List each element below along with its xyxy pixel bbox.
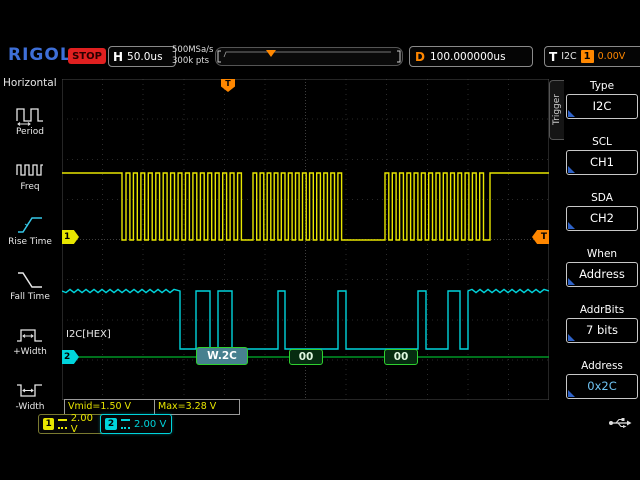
menu-item-value[interactable]: 7 bits: [566, 318, 638, 343]
positive-width-icon: [15, 322, 45, 346]
menu-corner-indicator: [568, 110, 575, 117]
decode-frame-data: 00: [384, 349, 418, 365]
measure-menu-title: Horizontal: [3, 77, 57, 89]
menu-corner-indicator: [568, 390, 575, 397]
fall-edge-icon: [15, 267, 45, 291]
sample-rate: 500MSa/s: [172, 45, 213, 56]
trigger-status-display[interactable]: T I2C 1 0.00V: [544, 46, 640, 67]
run-state-badge[interactable]: STOP: [68, 48, 106, 64]
menu-item-label: AddrBits: [566, 303, 638, 318]
oscilloscope-screen: RIGOL STOP H 50.0us 500MSa/s 300k pts D …: [0, 0, 640, 480]
menu-item-label: SCL: [566, 135, 638, 150]
trigger-label: T: [549, 50, 557, 64]
menu-item-label: When: [566, 247, 638, 262]
menu-corner-indicator: [568, 166, 575, 173]
menu-corner-indicator: [568, 278, 575, 285]
measure-menu: Period Freq Rise Time Fall Time: [0, 92, 60, 422]
measure-item-period[interactable]: Period: [0, 92, 60, 147]
waveform-display: I2C[HEX] W.2C 00 00 1 2 T T: [62, 79, 549, 400]
memory-depth: 300k pts: [172, 56, 213, 67]
timebase-value: 50.0us: [127, 51, 163, 63]
measure-item-label: +Width: [13, 348, 47, 358]
menu-item-value[interactable]: 0x2C: [566, 374, 638, 399]
menu-item-address: Address 0x2C: [566, 359, 638, 399]
acquisition-info: 500MSa/s 300k pts: [172, 45, 213, 66]
measure-item-label: -Width: [15, 403, 44, 413]
trigger-source-badge: 1: [581, 50, 594, 63]
dc-coupling-icon: [58, 419, 66, 429]
menu-item-value[interactable]: CH1: [566, 150, 638, 175]
measure-item-freq[interactable]: Freq: [0, 147, 60, 202]
trigger-level: 0.00V: [598, 51, 626, 62]
trigger-menu: Type I2C SCL CH1 SDA CH2 When Address Ad…: [566, 79, 638, 415]
memory-preview-wave: [216, 48, 402, 65]
dc-coupling-icon: [121, 419, 130, 429]
delay-label: D: [415, 50, 425, 64]
measure-item-rise-time[interactable]: Rise Time: [0, 202, 60, 257]
menu-corner-indicator: [568, 334, 575, 341]
rise-edge-icon: [15, 212, 45, 236]
menu-item-label: Type: [566, 79, 638, 94]
decode-bus-label: I2C[HEX]: [66, 329, 111, 340]
ch1-status-box[interactable]: 1 2.00 V: [38, 414, 106, 434]
measure-item-label: Fall Time: [10, 293, 50, 303]
ch1-scale: 2.00 V: [71, 413, 101, 435]
usb-icon: [608, 415, 634, 431]
frequency-wave-icon: [15, 157, 45, 181]
measure-item-label: Rise Time: [8, 238, 52, 248]
decode-frame-address: W.2C: [196, 347, 248, 365]
horizontal-label: H: [113, 50, 123, 64]
decode-frame-data: 00: [289, 349, 323, 365]
rigol-logo: RIGOL: [8, 45, 72, 65]
menu-item-sda: SDA CH2: [566, 191, 638, 231]
delay-display[interactable]: D 100.000000us: [409, 46, 533, 67]
trigger-menu-title: Trigger: [552, 94, 562, 125]
period-wave-icon: [15, 102, 45, 126]
ch2-status-box[interactable]: 2 2.00 V: [100, 414, 172, 434]
menu-item-label: Address: [566, 359, 638, 374]
waveform-position-strip[interactable]: [215, 47, 403, 66]
menu-item-scl: SCL CH1: [566, 135, 638, 175]
vmid-measurement: Vmid=1.50 V: [65, 400, 155, 414]
trigger-menu-tab: Trigger: [549, 80, 564, 140]
negative-width-icon: [15, 377, 45, 401]
ch1-number-badge: 1: [43, 418, 54, 430]
menu-item-when: When Address: [566, 247, 638, 287]
measure-item-label: Freq: [20, 183, 39, 193]
measure-item-label: Period: [16, 128, 44, 138]
menu-item-label: SDA: [566, 191, 638, 206]
delay-value: 100.000000us: [430, 51, 506, 63]
measure-item-fall-time[interactable]: Fall Time: [0, 257, 60, 312]
trigger-type: I2C: [561, 51, 576, 62]
ch2-number-badge: 2: [105, 418, 117, 430]
menu-item-value[interactable]: CH2: [566, 206, 638, 231]
measure-item-pos-width[interactable]: +Width: [0, 312, 60, 367]
menu-item-type: Type I2C: [566, 79, 638, 119]
max-measurement: Max=3.28 V: [155, 400, 216, 414]
menu-item-value[interactable]: Address: [566, 262, 638, 287]
horizontal-timebase-display[interactable]: H 50.0us: [108, 46, 176, 67]
ch2-scale: 2.00 V: [134, 419, 166, 430]
menu-item-addrbits: AddrBits 7 bits: [566, 303, 638, 343]
menu-item-value[interactable]: I2C: [566, 94, 638, 119]
menu-corner-indicator: [568, 222, 575, 229]
